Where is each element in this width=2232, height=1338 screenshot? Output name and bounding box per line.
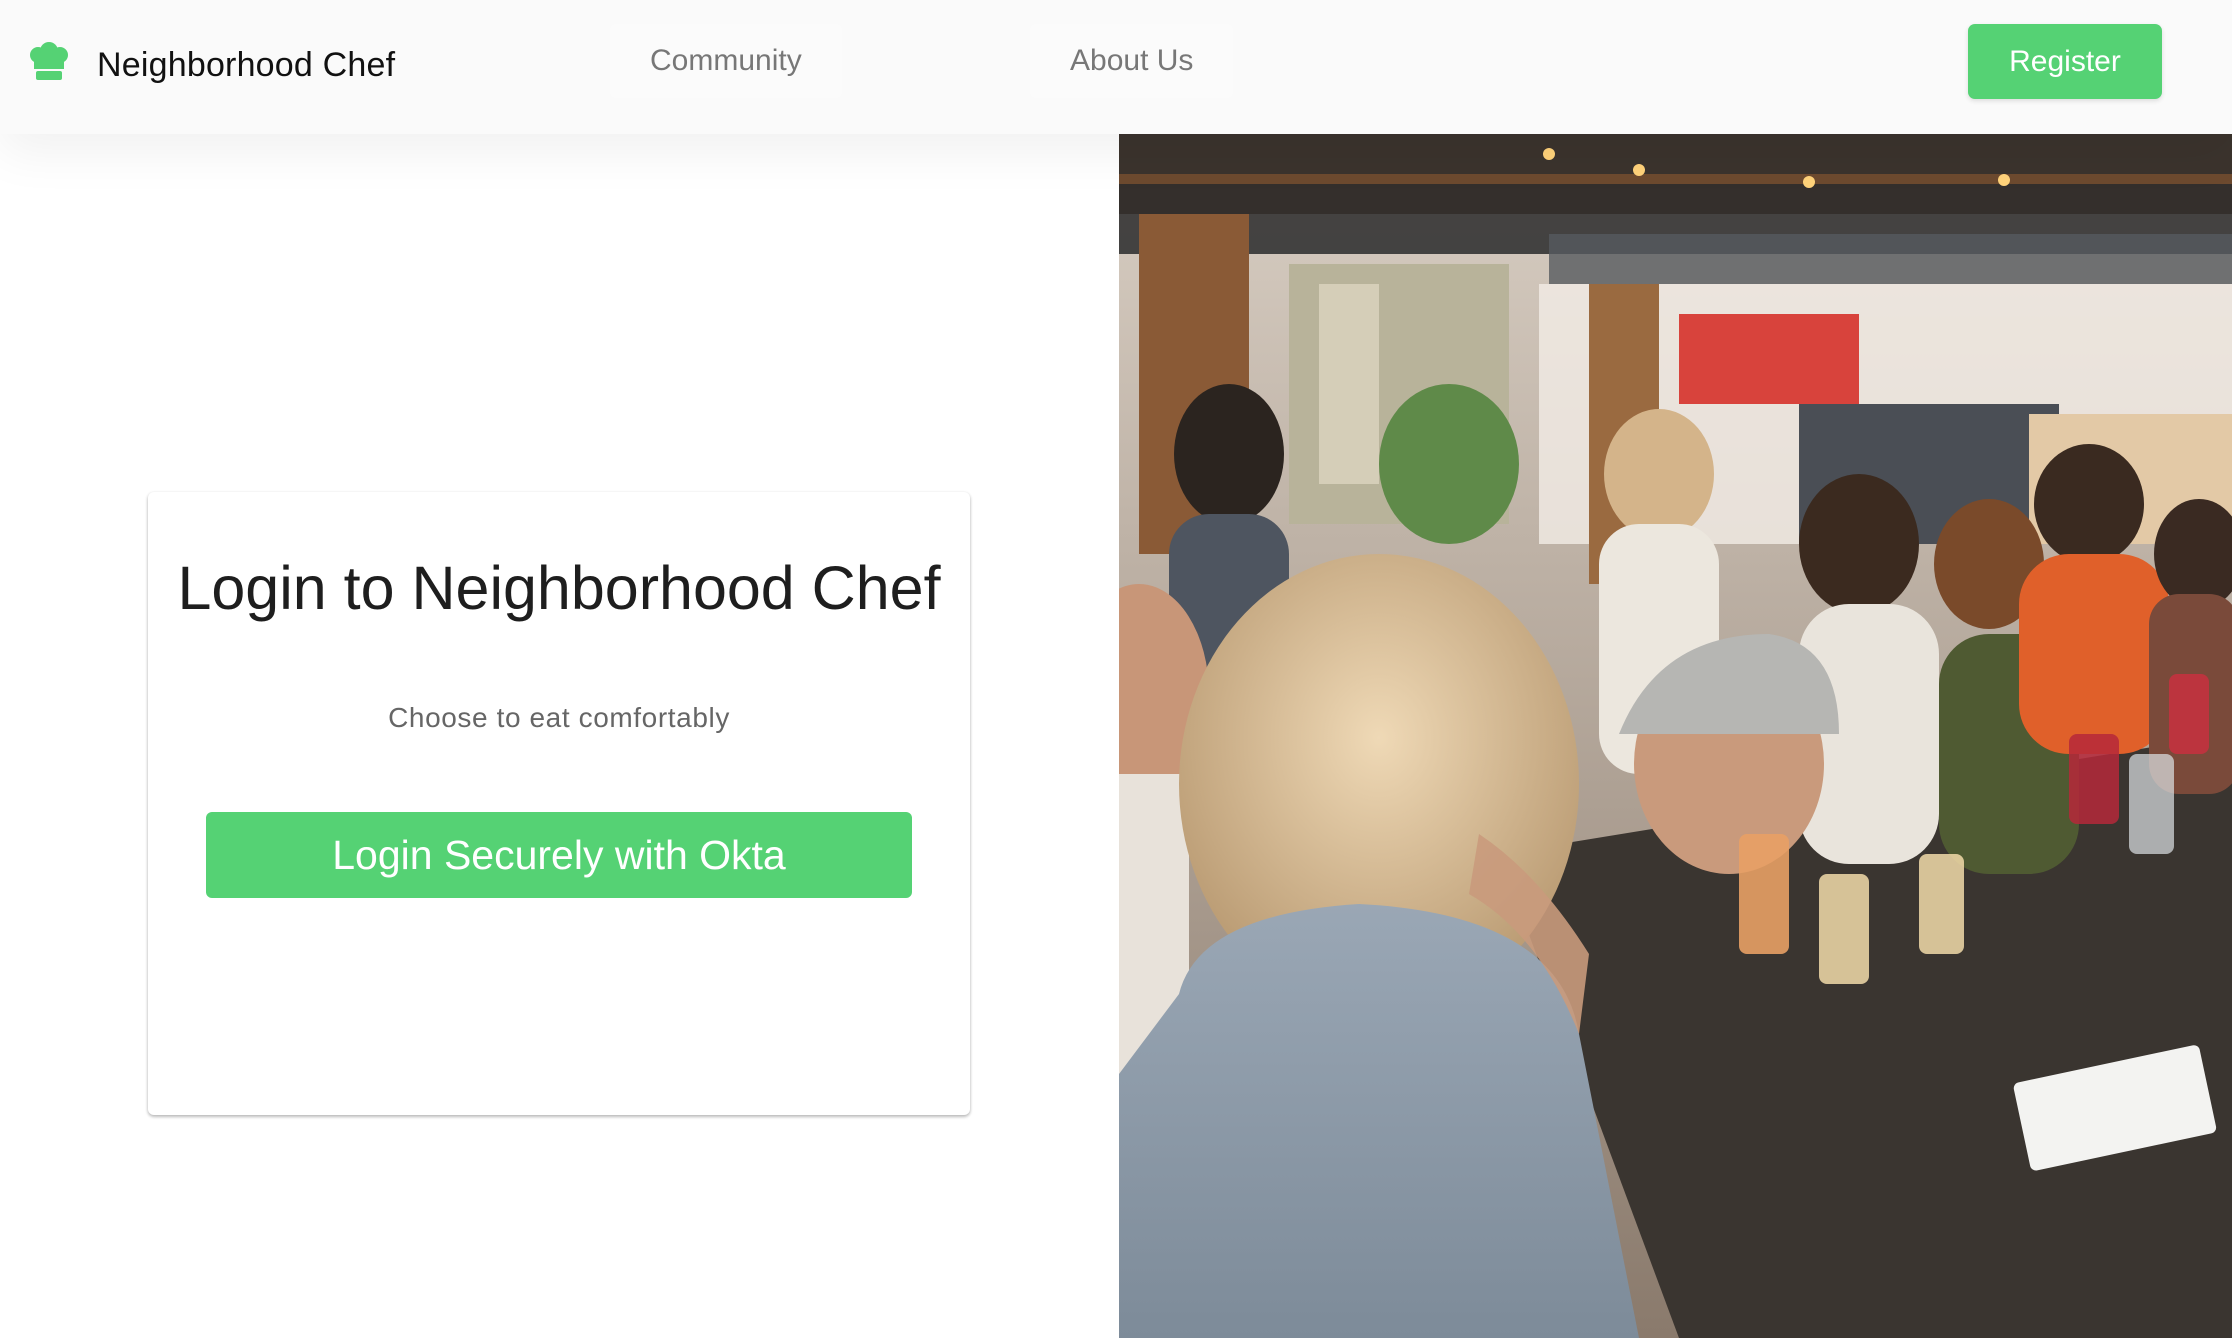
nav-community-link[interactable]: Community: [610, 24, 842, 98]
page: Neighborhood Chef Community About Us Reg…: [0, 0, 2232, 1338]
hero-photo: [1119, 134, 2232, 1338]
login-subtitle: Choose to eat comfortably: [388, 702, 730, 733]
dining-photo-illustration: [1119, 134, 2232, 1338]
top-navbar: Neighborhood Chef Community About Us Reg…: [0, 0, 2232, 134]
brand-name[interactable]: Neighborhood Chef: [97, 46, 395, 85]
nav-about-us-link[interactable]: About Us: [1030, 24, 1234, 98]
login-panel: Login to Neighborhood Chef Choose to eat…: [0, 134, 1119, 1338]
register-button[interactable]: Register: [1968, 24, 2162, 99]
login-title: Login to Neighborhood Chef: [177, 554, 941, 622]
login-card: Login to Neighborhood Chef Choose to eat…: [148, 492, 970, 1115]
okta-login-button[interactable]: Login Securely with Okta: [206, 812, 912, 898]
chef-hat-icon[interactable]: [28, 42, 70, 84]
